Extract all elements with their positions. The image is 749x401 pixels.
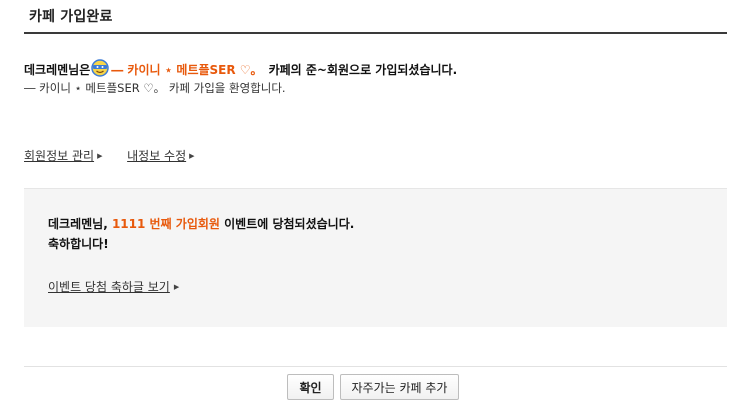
event-post-link[interactable]: 이벤트 당첨 축하글 보기 — [48, 280, 170, 294]
welcome-subtext: ― 카이니 ⋆ 메트플SER ♡。 카페 가입을 환영합니다. — [24, 81, 286, 95]
user-name: 데크레멘님은 — [24, 62, 91, 77]
event-link-row: 이벤트 당첨 축하글 보기 ▶ — [48, 278, 179, 295]
event-congrats: 축하합니다! — [48, 237, 109, 251]
welcome-suffix: 카페의 준~회원으로 가입되셨습니다. — [268, 62, 458, 77]
cafe-nickname: ― 카이니 ⋆ 메트플SER ♡。 — [111, 62, 263, 77]
page-title: 카페 가입완료 — [29, 9, 113, 25]
caret-right-icon: ▶ — [97, 152, 103, 160]
welcome-message: 데크레멘님은 ― 카이니 ⋆ 메트플SER ♡。 카페의 준~회원으로 가입되셨… — [24, 59, 458, 78]
add-favorite-cafe-button[interactable]: 자주가는 카페 추가 — [340, 374, 459, 400]
title-divider — [24, 32, 727, 34]
member-info-link[interactable]: 회원정보 관리 — [24, 149, 94, 163]
caret-right-icon: ▶ — [173, 283, 180, 291]
confirm-button[interactable]: 확인 — [287, 374, 334, 400]
event-box: 데크레멘님, 1111 번째 가입회원 이벤트에 당첨되셨습니다. 축하합니다!… — [24, 188, 727, 327]
account-links: 회원정보 관리 ▶ 내정보 수정 ▶ — [24, 147, 195, 164]
my-info-link[interactable]: 내정보 수정 — [127, 149, 186, 163]
event-message: 데크레멘님, 1111 번째 가입회원 이벤트에 당첨되셨습니다. — [48, 215, 354, 232]
footer-divider — [24, 366, 727, 367]
smiley-badge-icon — [91, 59, 109, 77]
caret-right-icon: ▶ — [189, 152, 195, 160]
event-highlight: 1111 번째 가입회원 — [111, 217, 220, 231]
event-user: 데크레멘님, — [48, 217, 108, 231]
event-suffix: 이벤트에 당첨되셨습니다. — [224, 217, 355, 231]
